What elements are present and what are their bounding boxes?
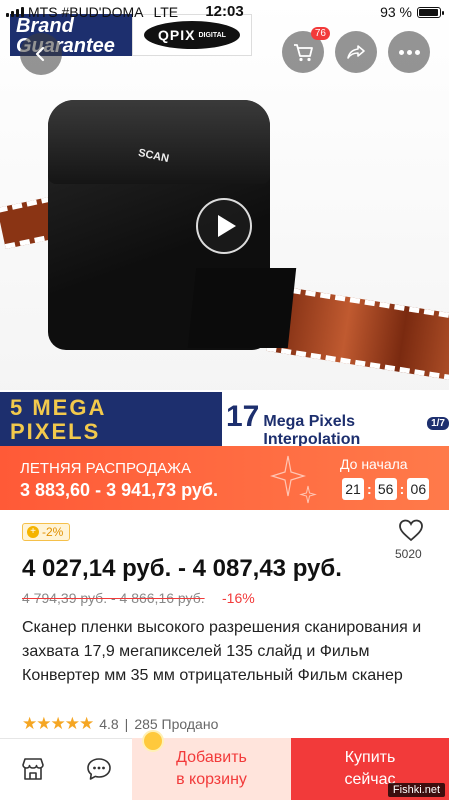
watermark: Fishki.net <box>387 783 445 797</box>
share-icon <box>347 45 365 59</box>
banner-5mp-line1: 5 MEGA <box>10 395 107 420</box>
sold-count: 285 Продано <box>134 716 219 732</box>
status-right: 93 % <box>380 4 444 20</box>
rating-row[interactable]: ★★★★★ 4.8 | 285 Продано <box>22 714 218 734</box>
wishlist-button[interactable] <box>395 518 427 547</box>
coin-icon <box>142 730 164 752</box>
store-icon <box>22 758 44 780</box>
plus-icon: + <box>27 526 39 538</box>
coupon-value: -2% <box>42 525 64 539</box>
share-button[interactable] <box>335 31 377 73</box>
countdown-timer: 21 : 56 : 06 <box>342 478 430 500</box>
play-video-button[interactable] <box>196 198 252 254</box>
rating-stars-icon: ★★★★★ <box>22 714 94 733</box>
countdown-label: До начала <box>340 456 408 472</box>
old-price: 4 794,39 руб. - 4 866,16 руб. <box>22 590 205 606</box>
product-title: Сканер пленки высокого разрешения сканир… <box>22 619 422 684</box>
add-to-cart-line2: в корзину <box>176 771 247 788</box>
more-dots-icon <box>398 49 420 55</box>
logo-text: QPIX <box>158 27 196 43</box>
timer-minutes: 56 <box>374 478 397 500</box>
buy-now-line1: Купить <box>344 749 396 766</box>
chat-icon <box>87 758 111 780</box>
play-icon <box>217 215 236 237</box>
battery-percent: 93 % <box>380 4 412 20</box>
coupon-badge[interactable]: + -2% <box>22 523 71 541</box>
status-bar: MTS #BUD'DOMA LTE 12:03 93 % <box>0 0 449 24</box>
scanner-device-top <box>48 100 270 184</box>
timer-hours: 21 <box>342 478 364 500</box>
timer-separator: : <box>367 481 372 497</box>
scanner-tray <box>187 268 297 348</box>
timer-seconds: 06 <box>407 478 430 500</box>
cart-icon <box>294 44 313 62</box>
banner-17mp: 17 Mega Pixels Interpolation 1/7 <box>226 400 449 446</box>
image-index-pill: 1/7 <box>427 417 449 430</box>
banner-17mp-text: Mega Pixels Interpolation <box>263 413 361 446</box>
banner-5mp-line2: PIXELS HARDWARE <box>10 419 154 447</box>
chat-button[interactable] <box>66 738 132 800</box>
sale-title: ЛЕТНЯЯ РАСПРОДАЖА <box>20 460 191 477</box>
product-image-gallery[interactable]: SCAN Brand Guarantee QPIX DIGITAL 5 MEGA … <box>0 0 449 446</box>
battery-icon <box>417 6 444 18</box>
sale-price-range: 3 883,60 - 3 941,73 руб. <box>20 480 219 500</box>
summer-sale-bar[interactable]: ЛЕТНЯЯ РАСПРОДАЖА 3 883,60 - 3 941,73 ру… <box>0 446 449 510</box>
film-strip-right <box>266 285 449 381</box>
cart-button[interactable]: 76 <box>282 27 330 73</box>
banner-5mp: 5 MEGA PIXELS HARDWARE <box>0 392 222 446</box>
rating-value: 4.8 <box>99 716 119 732</box>
current-price: 4 027,14 руб. - 4 087,43 руб. <box>22 555 342 582</box>
heart-icon <box>399 519 423 542</box>
discount-percent: -16% <box>222 590 255 606</box>
banner-17mp-number: 17 <box>226 400 260 433</box>
logo-sub: DIGITAL <box>198 31 226 39</box>
chevron-left-icon <box>35 46 45 62</box>
cart-count-badge: 76 <box>310 27 330 40</box>
timer-separator: : <box>399 481 405 497</box>
store-button[interactable] <box>0 738 66 800</box>
rating-divider: | <box>124 716 129 732</box>
more-options-button[interactable] <box>388 31 430 73</box>
back-button[interactable] <box>20 33 62 75</box>
wishlist-count: 5020 <box>395 547 422 561</box>
sparkle-icon <box>269 455 317 504</box>
